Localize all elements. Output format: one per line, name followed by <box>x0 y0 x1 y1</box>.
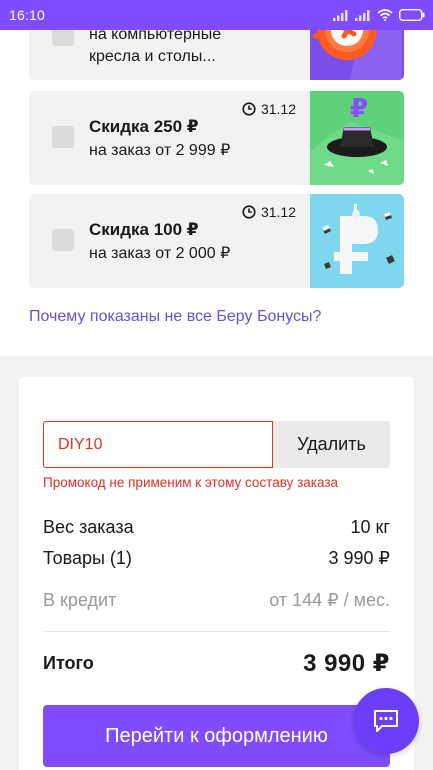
divider <box>43 631 390 632</box>
bonus-expiry-date: 31.12 <box>260 101 296 117</box>
signal-icon <box>333 10 348 21</box>
weight-label: Вес заказа <box>43 517 134 537</box>
wifi-icon <box>377 9 393 21</box>
status-icons <box>333 9 425 21</box>
clock-icon <box>242 205 256 219</box>
chat-icon <box>374 710 398 732</box>
svg-text:₽: ₽ <box>350 94 368 124</box>
weight-value: 10 кг <box>350 517 390 537</box>
bonus-subtitle: кресла и столы... <box>89 48 216 65</box>
bonuses-section: на компьютерные кресла и столы... Скидка… <box>0 0 433 356</box>
bonus-title: Скидка 100 ₽ <box>89 220 199 239</box>
checkout-button[interactable]: Перейти к оформлению <box>43 705 390 767</box>
goods-label: Товары (1) <box>43 548 132 568</box>
bonus-subtitle: на заказ от 2 999 ₽ <box>89 142 231 159</box>
bonus-expiry: 31.12 <box>242 204 296 220</box>
remove-promo-button[interactable]: Удалить <box>273 421 390 468</box>
weight-row: Вес заказа 10 кг <box>43 517 390 538</box>
clock-icon <box>242 102 256 116</box>
chat-button[interactable] <box>353 688 419 754</box>
bonus-card[interactable]: Скидка 250 ₽ на заказ от 2 999 ₽ 31.12 ₽ <box>29 91 404 185</box>
bonus-subtitle: на заказ от 2 000 ₽ <box>89 245 231 262</box>
credit-row: В кредит от 144 ₽ / мес. <box>43 590 390 611</box>
why-bonuses-link[interactable]: Почему показаны не все Беру Бонусы? <box>29 308 321 326</box>
promo-error-text: Промокод не применим к этому составу зак… <box>43 475 339 490</box>
bonus-image-hat-ruble: ₽ <box>310 91 404 185</box>
bonus-expiry-date: 31.12 <box>260 204 296 220</box>
credit-label: В кредит <box>43 590 117 610</box>
bonus-image-ruble-blocks <box>310 194 404 288</box>
total-value: 3 990 ₽ <box>303 650 390 677</box>
signal-icon <box>355 10 370 21</box>
bonus-checkbox[interactable] <box>52 126 74 148</box>
goods-value: 3 990 ₽ <box>328 548 391 568</box>
total-row: Итого 3 990 ₽ <box>43 649 390 678</box>
bonus-title: Скидка 250 ₽ <box>89 117 199 136</box>
bonus-card[interactable]: Скидка 100 ₽ на заказ от 2 000 ₽ 31.12 <box>29 194 404 288</box>
status-time: 16:10 <box>9 7 46 23</box>
bonus-expiry: 31.12 <box>242 101 296 117</box>
battery-icon <box>399 9 425 21</box>
promo-code-row: Удалить <box>43 421 390 468</box>
bonus-checkbox[interactable] <box>52 229 74 251</box>
goods-row: Товары (1) 3 990 ₽ <box>43 548 390 569</box>
total-label: Итого <box>43 653 94 673</box>
status-bar: 16:10 <box>0 0 433 30</box>
promo-code-input[interactable] <box>43 421 273 468</box>
credit-value: от 144 ₽ / мес. <box>269 590 390 610</box>
